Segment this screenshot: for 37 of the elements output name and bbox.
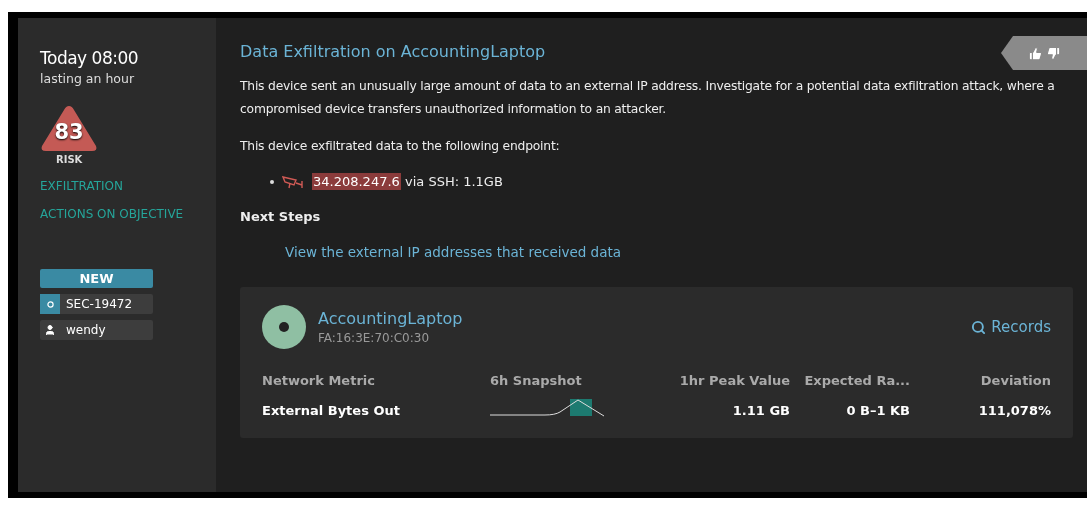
status-badge: NEW xyxy=(40,269,153,288)
next-step-link[interactable]: View the external IP addresses that received data xyxy=(285,244,621,260)
assignee-chip: wendy xyxy=(40,320,153,340)
category-label: ACTIONS ON OBJECTIVE xyxy=(40,207,185,221)
endpoint-intro: This device exfiltrated data to the following endpoint: xyxy=(240,138,561,155)
thumbs-up-icon xyxy=(1027,45,1043,61)
column-header: 1hr Peak Value xyxy=(678,373,790,388)
feedback-button[interactable] xyxy=(1001,36,1087,70)
column-header: Network Metric xyxy=(262,373,376,388)
column-header: Expected Ra... xyxy=(803,373,910,388)
endpoint-text: 34.208.247.6 via SSH: 1.1GB xyxy=(312,174,503,189)
column-header: 6h Snapshot xyxy=(490,373,583,388)
description-text: This device sent an unusually large amount of data to an external IP address. Investigate for a potential data exfiltration attack, where a compromised device transfers unauthorized information to an attacker. xyxy=(240,78,1056,118)
device-name[interactable]: AccountingLaptop xyxy=(318,309,463,328)
table-cell-text: 1.11 GB xyxy=(731,402,790,418)
records-link[interactable]: Records xyxy=(971,318,1051,336)
camera-icon xyxy=(282,174,304,189)
table-cell-text: 0 B–1 KB xyxy=(845,402,910,418)
table-cell-text: 111,078% xyxy=(977,402,1051,418)
risk-triangle-icon xyxy=(40,104,98,152)
user-icon xyxy=(44,324,56,336)
column-header: Deviation xyxy=(979,373,1051,388)
bullet-icon xyxy=(270,179,274,184)
thumbs-down-icon xyxy=(1045,45,1061,61)
event-time: Today 08:00 xyxy=(40,48,140,68)
search-icon xyxy=(971,319,987,335)
mac-address: FA:16:3E:70:C0:30 xyxy=(318,331,431,345)
detection-title: Data Exfiltration on AccountingLaptop xyxy=(240,42,546,61)
ticket-chip: SEC-19472 xyxy=(40,294,153,314)
circle-icon xyxy=(46,300,54,308)
device-icon xyxy=(262,305,306,349)
next-steps-heading: Next Steps xyxy=(240,209,322,224)
table-cell-text: External Bytes Out xyxy=(262,402,401,418)
risk-score: 83 xyxy=(53,120,85,144)
category-label: EXFILTRATION xyxy=(40,179,125,193)
risk-label: RISK xyxy=(56,154,84,165)
event-duration: lasting an hour xyxy=(40,71,136,86)
